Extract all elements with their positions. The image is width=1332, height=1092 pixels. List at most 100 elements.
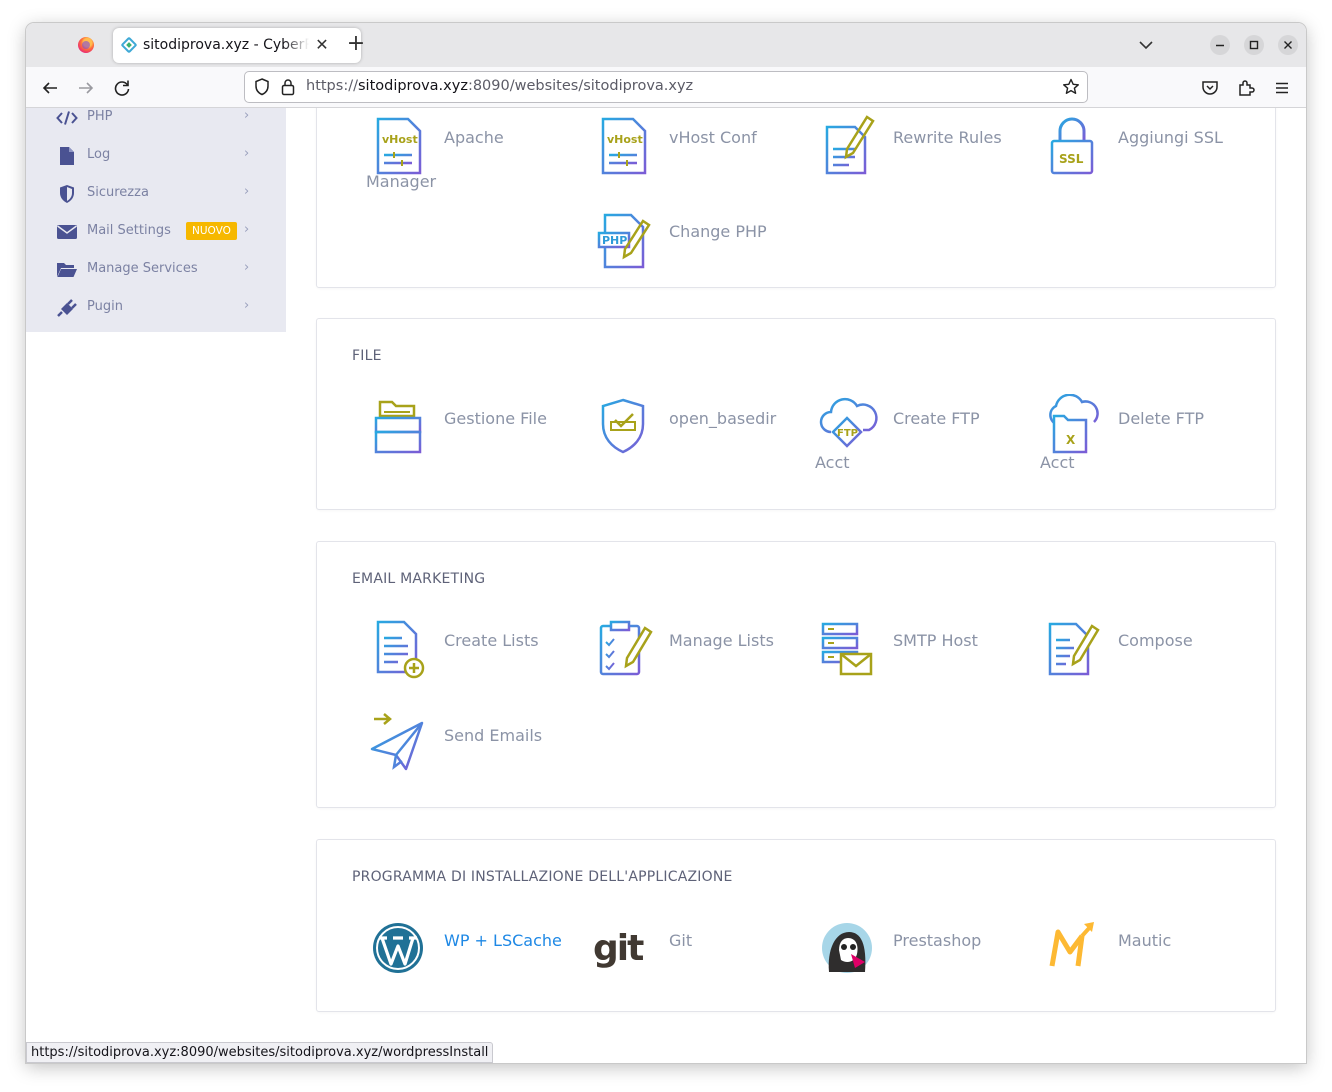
shield-check-icon xyxy=(601,398,645,454)
tab-active[interactable]: sitodiprova.xyz - CyberPanel ✕ xyxy=(113,28,361,63)
section-title: FILE xyxy=(352,348,382,364)
url-bar[interactable]: https://sitodiprova.xyz:8090/websites/si… xyxy=(244,71,1088,103)
sidebar-item-log[interactable]: Log › xyxy=(56,144,256,168)
tile-mautic[interactable]: Mautic xyxy=(1040,916,1260,996)
sidebar-item-sicurezza[interactable]: Sicurezza › xyxy=(56,182,256,206)
tile-label: SMTP Host xyxy=(893,631,978,650)
tile-open-basedir[interactable]: open_basedir xyxy=(591,394,811,474)
tile-create-ftp[interactable]: FTP Create FTP Acct xyxy=(815,394,1035,474)
vhost-file-icon: vHost xyxy=(601,117,647,175)
forward-icon[interactable] xyxy=(74,76,98,100)
tab-strip: sitodiprova.xyz - CyberPanel ✕ + xyxy=(26,23,1306,67)
browser-window: sitodiprova.xyz - CyberPanel ✕ + xyxy=(26,23,1306,1063)
config-tools-card: vHost Apache Manager vHost vHost Conf Re… xyxy=(316,108,1276,288)
menu-icon[interactable] xyxy=(1270,76,1294,100)
tile-label[interactable]: WP + LSCache xyxy=(444,931,562,950)
chevron-right-icon: › xyxy=(244,298,250,313)
tile-label: Git xyxy=(669,931,693,950)
pocket-icon[interactable] xyxy=(1198,76,1222,100)
svg-text:FTP: FTP xyxy=(837,428,858,439)
svg-text:SSL: SSL xyxy=(1059,152,1084,166)
new-badge: NUOVO xyxy=(186,222,237,240)
tab-close-button[interactable]: ✕ xyxy=(311,34,333,56)
tile-rewrite-rules[interactable]: Rewrite Rules xyxy=(815,113,1035,193)
tile-label: Mautic xyxy=(1118,931,1172,950)
svg-text:PHP: PHP xyxy=(602,234,627,247)
email-marketing-card: EMAIL MARKETING Create Lists Manage List… xyxy=(316,541,1276,808)
sidebar-item-mail-settings[interactable]: Mail Settings NUOVO › xyxy=(56,220,256,244)
tile-label: open_basedir xyxy=(669,409,777,428)
sidebar-item-label: Pugin xyxy=(87,299,123,314)
close-window-button[interactable] xyxy=(1278,35,1298,55)
extensions-icon[interactable] xyxy=(1234,76,1258,100)
sidebar-item-label: Log xyxy=(87,147,111,162)
tile-delete-ftp[interactable]: X Delete FTP Acct xyxy=(1040,394,1260,474)
chevron-right-icon: › xyxy=(244,184,250,199)
url-text[interactable]: https://sitodiprova.xyz:8090/websites/si… xyxy=(306,78,693,94)
tile-manage-lists[interactable]: Manage Lists xyxy=(591,616,811,696)
chevron-right-icon: › xyxy=(244,108,250,123)
file-icon xyxy=(56,146,78,166)
firefox-icon[interactable] xyxy=(78,37,94,53)
ftp-delete-icon: X xyxy=(1049,394,1099,454)
navigation-bar: https://sitodiprova.xyz:8090/websites/si… xyxy=(26,67,1306,108)
file-manager-icon xyxy=(374,400,422,454)
new-tab-button[interactable]: + xyxy=(344,33,368,57)
tile-smtp-host[interactable]: SMTP Host xyxy=(815,616,1035,696)
section-title: PROGRAMMA DI INSTALLAZIONE DELL'APPLICAZ… xyxy=(352,869,733,885)
tile-label: Gestione File xyxy=(444,409,547,428)
tile-label: Manage Lists xyxy=(669,631,774,650)
compose-icon xyxy=(1048,622,1100,676)
tile-git[interactable]: git Git xyxy=(591,916,811,996)
sidebar-item-manage-services[interactable]: Manage Services › xyxy=(56,258,256,282)
tile-apache-manager[interactable]: vHost Apache Manager xyxy=(366,113,586,193)
php-file-icon: PHP xyxy=(597,213,651,269)
tile-compose[interactable]: Compose xyxy=(1040,616,1260,696)
list-tabs-icon[interactable] xyxy=(1136,35,1156,55)
tile-aggiungi-ssl[interactable]: SSL Aggiungi SSL xyxy=(1040,113,1260,193)
git-logo-icon: git xyxy=(593,928,646,969)
prestashop-icon xyxy=(822,923,872,973)
sidebar-item-php[interactable]: PHP › xyxy=(56,108,256,130)
tile-label: vHost Conf xyxy=(669,128,757,147)
tile-gestione-file[interactable]: Gestione File xyxy=(366,394,586,474)
reload-icon[interactable] xyxy=(110,76,134,100)
ssl-lock-icon: SSL xyxy=(1050,117,1094,175)
bookmark-star-icon[interactable] xyxy=(1061,77,1081,97)
sidebar-item-label: Mail Settings xyxy=(87,223,171,238)
vhost-file-icon: vHost xyxy=(376,117,422,175)
tile-label: Apache xyxy=(444,128,504,147)
tile-label: Delete FTP xyxy=(1118,409,1204,428)
paper-plane-icon xyxy=(370,713,424,771)
chevron-right-icon: › xyxy=(244,146,250,161)
tile-change-php[interactable]: PHP Change PHP xyxy=(591,207,811,287)
shield-icon xyxy=(56,184,78,204)
mautic-icon xyxy=(1049,922,1094,967)
status-bar-url: https://sitodiprova.xyz:8090/websites/si… xyxy=(26,1042,494,1063)
tile-label: Send Emails xyxy=(444,726,543,745)
tile-vhost-conf[interactable]: vHost vHost Conf xyxy=(591,113,811,193)
chevron-right-icon: › xyxy=(244,222,250,237)
tile-send-emails[interactable]: Send Emails xyxy=(366,711,586,791)
back-icon[interactable] xyxy=(38,76,62,100)
maximize-button[interactable] xyxy=(1244,35,1264,55)
tile-create-lists[interactable]: Create Lists xyxy=(366,616,586,696)
svg-text:vHost: vHost xyxy=(382,133,418,146)
svg-text:git: git xyxy=(593,928,644,969)
tile-wp-lscache[interactable]: WP + LSCache xyxy=(366,916,586,996)
tile-prestashop[interactable]: Prestashop xyxy=(815,916,1035,996)
lock-icon[interactable] xyxy=(279,77,297,97)
sidebar-item-pugin[interactable]: Pugin › xyxy=(56,296,256,320)
code-icon xyxy=(56,108,78,128)
svg-text:vHost: vHost xyxy=(607,133,643,146)
chevron-right-icon: › xyxy=(244,260,250,275)
tile-label: Create Lists xyxy=(444,631,539,650)
envelope-icon xyxy=(56,222,78,242)
ftp-cloud-icon: FTP xyxy=(819,397,878,448)
tile-label: Prestashop xyxy=(893,931,982,950)
file-card: FILE Gestione File open_basedir FTP Crea… xyxy=(316,318,1276,510)
folder-icon xyxy=(56,260,78,280)
minimize-button[interactable] xyxy=(1210,35,1230,55)
shield-tracking-icon[interactable] xyxy=(251,76,273,98)
tile-label-line2: Acct xyxy=(1040,453,1075,472)
